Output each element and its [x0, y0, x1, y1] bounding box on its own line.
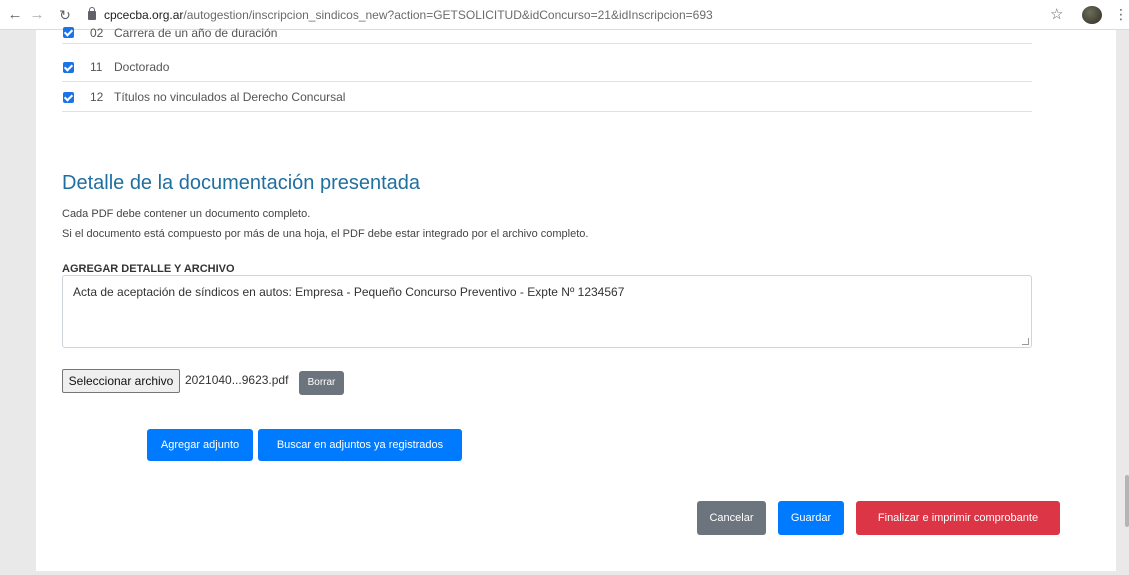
item-label: Carrera de un año de duración: [114, 25, 278, 40]
item-label: Doctorado: [114, 60, 170, 74]
detail-label: AGREGAR DETALLE Y ARCHIVO: [62, 263, 235, 275]
finish-print-button[interactable]: Finalizar e imprimir comprobante: [856, 501, 1060, 535]
search-attachments-button[interactable]: Buscar en adjuntos ya registrados: [258, 429, 462, 461]
checkbox-checked[interactable]: [63, 27, 74, 38]
choose-file-button[interactable]: Seleccionar archivo: [62, 369, 180, 393]
selected-file-name: 2021040...9623.pdf: [185, 373, 289, 387]
detail-textarea[interactable]: Acta de aceptación de síndicos en autos:…: [62, 275, 1032, 348]
list-item: 02 Carrera de un año de duración: [62, 22, 1032, 44]
url-host: cpcecba.org.ar: [104, 8, 184, 22]
forward-arrow-icon[interactable]: →: [28, 6, 46, 24]
save-button[interactable]: Guardar: [778, 501, 844, 535]
instruction-text: Cada PDF debe contener un documento comp…: [62, 208, 311, 220]
cancel-button[interactable]: Cancelar: [697, 501, 766, 535]
item-number: 11: [90, 60, 103, 74]
item-label: Títulos no vinculados al Derecho Concurs…: [114, 90, 346, 104]
instruction-text: Si el documento está compuesto por más d…: [62, 228, 589, 240]
list-item: 12 Títulos no vinculados al Derecho Conc…: [62, 83, 1032, 112]
page-content: 02 Carrera de un año de duración 11 Doct…: [36, 26, 1116, 571]
checkbox-checked[interactable]: [63, 91, 74, 103]
profile-avatar[interactable]: [1082, 6, 1102, 24]
url-path: /autogestion/inscripcion_sindicos_new?ac…: [183, 8, 713, 22]
section-title: Detalle de la documentación presentada: [62, 172, 421, 194]
add-attachment-button[interactable]: Agregar adjunto: [147, 429, 253, 461]
detail-value: Acta de aceptación de síndicos en autos:…: [73, 285, 625, 299]
bookmark-star-icon[interactable]: ☆: [1050, 6, 1063, 24]
menu-dots-icon[interactable]: ⋮: [1114, 5, 1128, 23]
resize-handle[interactable]: [1022, 338, 1029, 345]
item-number: 02: [90, 25, 104, 40]
scrollbar-thumb[interactable]: [1125, 475, 1129, 527]
item-number: 12: [90, 90, 104, 104]
delete-file-button[interactable]: Borrar: [299, 371, 344, 395]
checkbox-checked[interactable]: [63, 61, 74, 73]
lock-icon: [88, 7, 96, 20]
back-arrow-icon[interactable]: ←: [6, 6, 24, 24]
list-item: 11 Doctorado: [62, 53, 1032, 82]
